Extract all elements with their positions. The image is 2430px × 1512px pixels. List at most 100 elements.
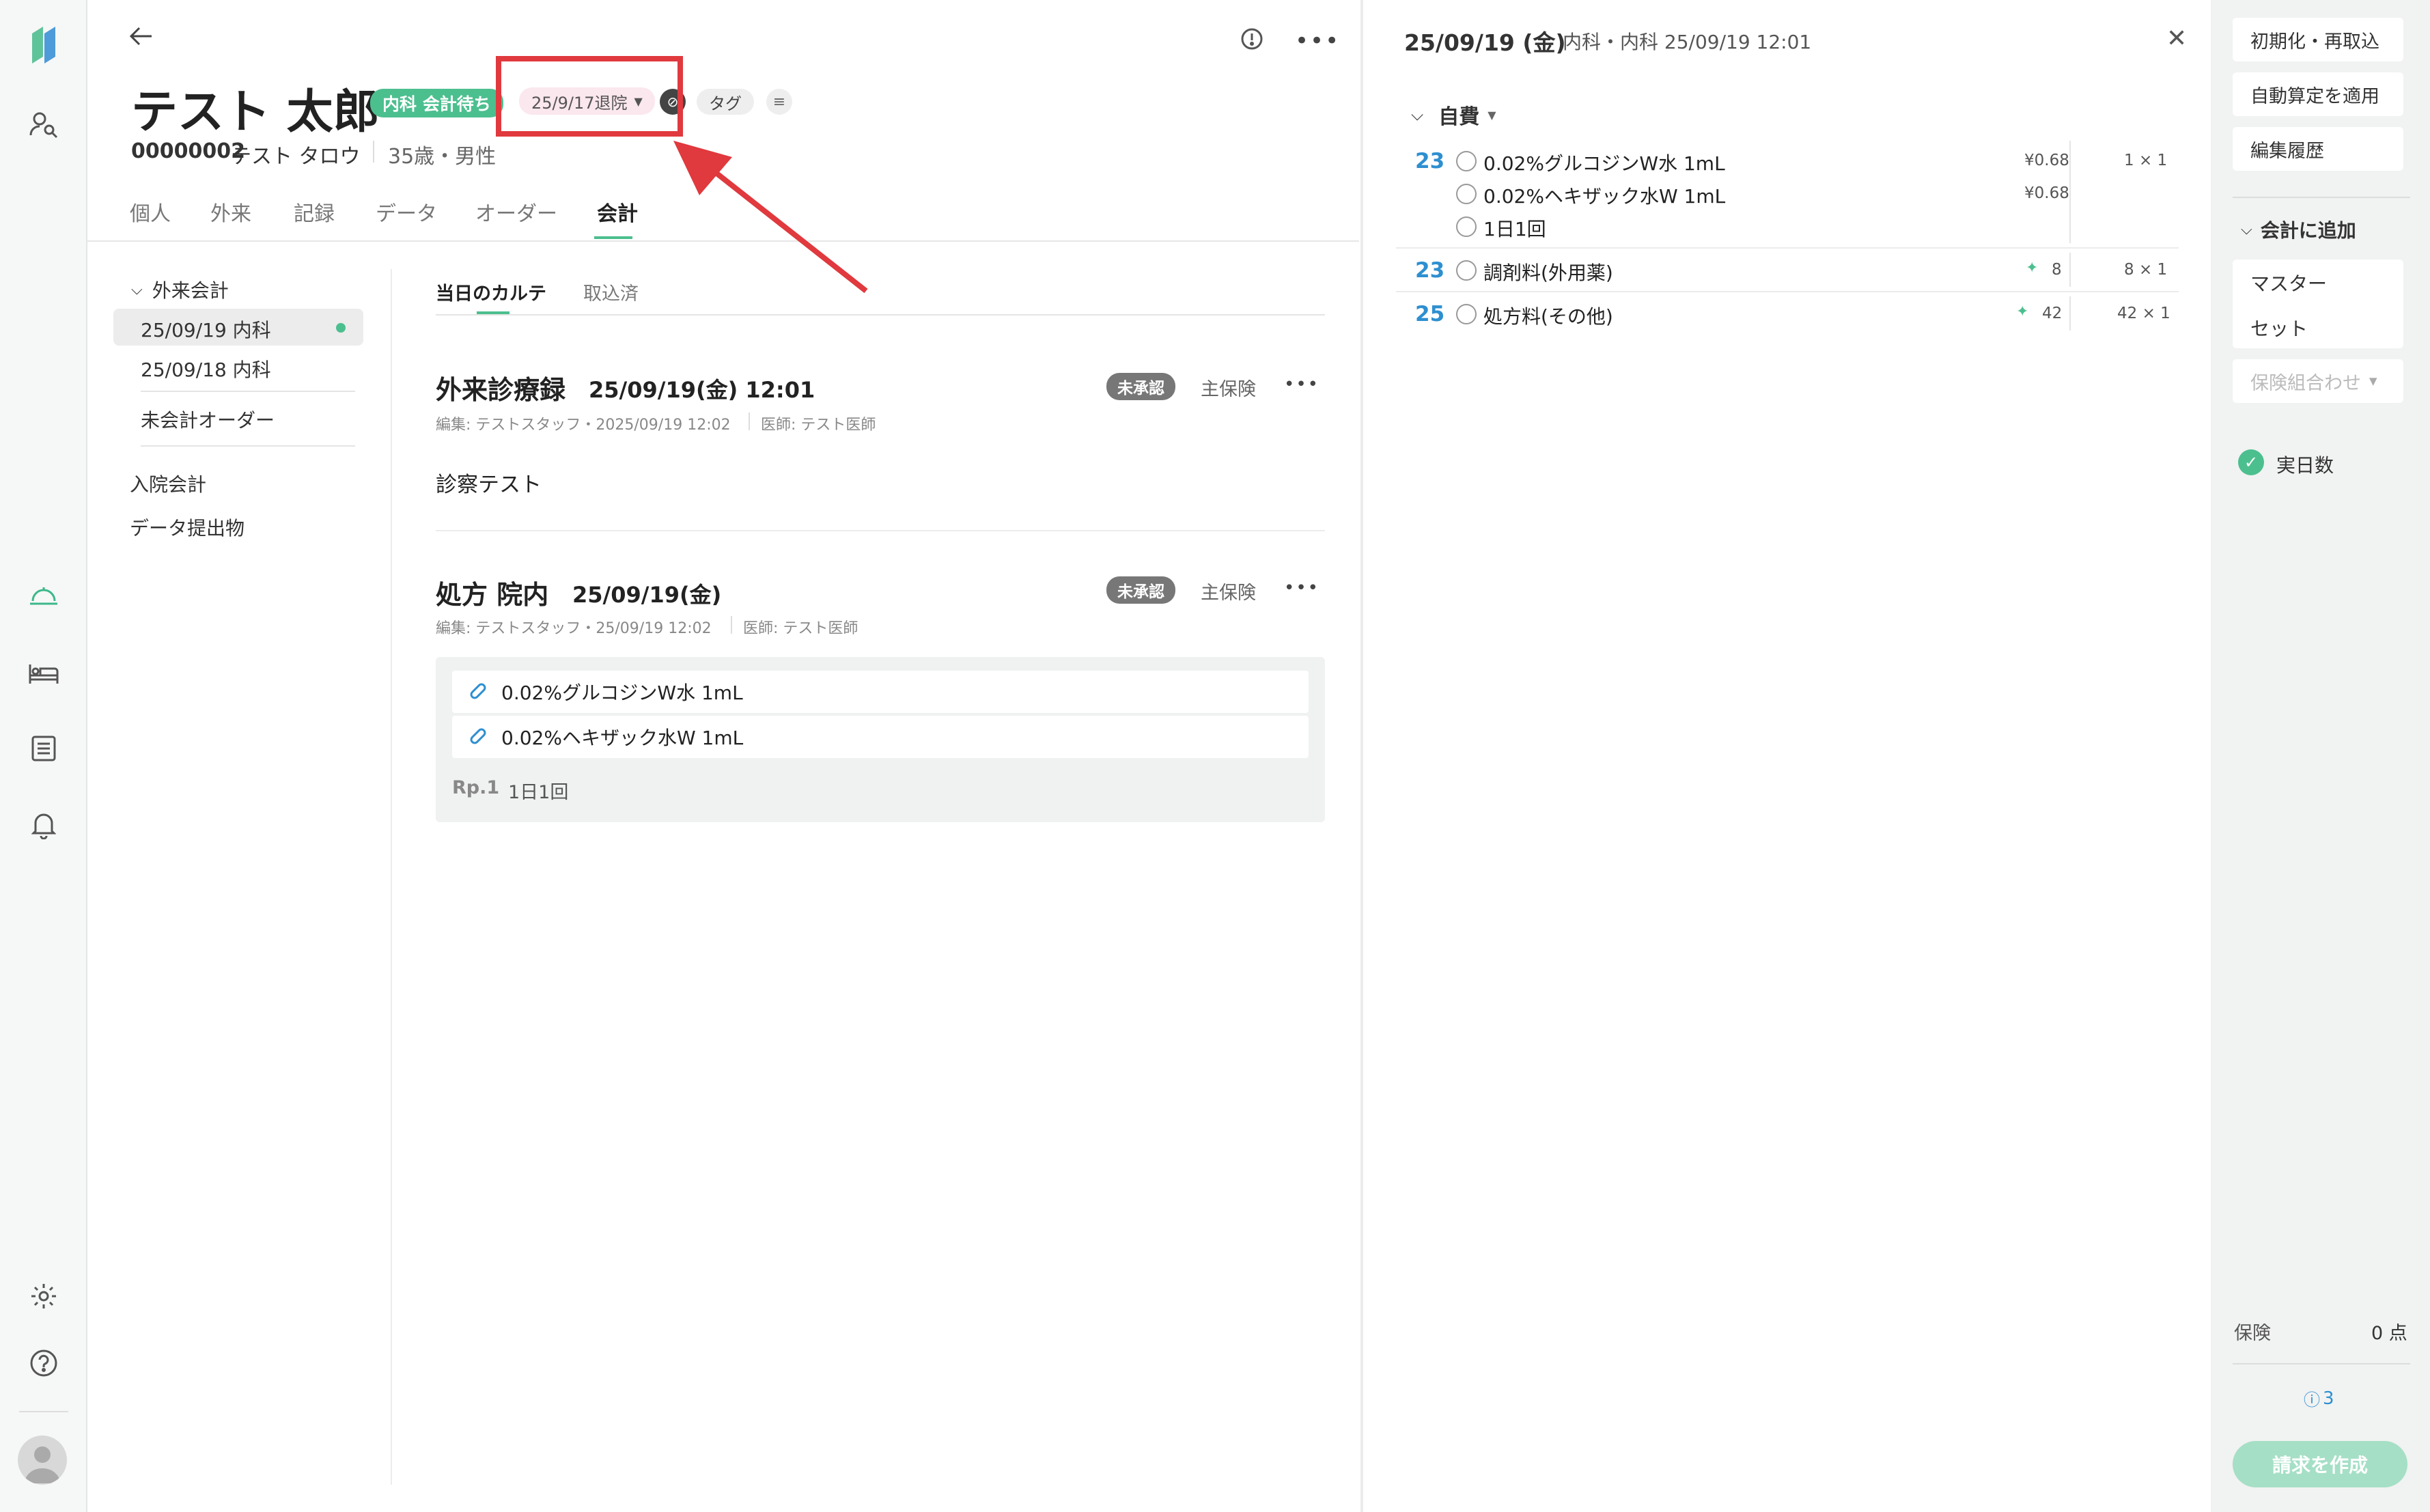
group-label: 外来会計	[152, 279, 229, 302]
row-qty: 8 × 1	[2124, 261, 2168, 279]
divider	[1396, 247, 2179, 249]
tag-chip[interactable]: タグ	[697, 89, 754, 115]
tab-outpatient[interactable]: 外来	[210, 197, 251, 227]
row-price: ¥0.68	[2024, 184, 2069, 202]
nav-item-selected[interactable]: 25/09/19 内科	[113, 309, 363, 346]
radio-circle[interactable]	[1456, 304, 1477, 324]
dropdown-caret-icon: ▼	[1488, 108, 1496, 122]
settings-gear-icon[interactable]	[23, 1276, 64, 1317]
chevron-down-icon: ⌵	[131, 281, 143, 298]
edit-history-button[interactable]: 編集履歴	[2233, 127, 2403, 171]
drug-row[interactable]: 0.02%グルコジンW水 1mL	[452, 671, 1309, 713]
divider	[749, 412, 750, 430]
divider	[436, 530, 1325, 531]
card-meta-doctor: 医師: テスト医師	[761, 417, 876, 434]
help-icon[interactable]	[23, 1343, 64, 1384]
check-circle-icon[interactable]: ✓	[2238, 449, 2264, 475]
user-avatar[interactable]	[18, 1436, 67, 1485]
close-icon[interactable]: ✕	[2166, 25, 2187, 53]
more-menu-icon[interactable]: •••	[1284, 578, 1319, 598]
info-count: 3	[2323, 1388, 2334, 1409]
tab-billing[interactable]: 会計	[597, 197, 638, 227]
radio-circle[interactable]	[1456, 216, 1477, 237]
divider	[2233, 1363, 2410, 1364]
reception-bell-icon[interactable]	[23, 575, 64, 616]
section-label: 自費	[1438, 105, 1480, 129]
row-code: 25	[1415, 302, 1445, 326]
dropdown-caret-icon: ▼	[2369, 375, 2377, 387]
nav-item[interactable]: 25/09/18 内科	[141, 355, 271, 382]
app-rail	[0, 0, 87, 1512]
drug-name: 0.02%ヘキザック水W 1mL	[501, 727, 744, 749]
row-qty: 1 × 1	[2124, 152, 2168, 169]
radio-circle[interactable]	[1456, 260, 1477, 281]
annotation-highlight-box	[496, 56, 683, 137]
radio-circle[interactable]	[1456, 151, 1477, 171]
auto-calc-sparkle-icon: ✦	[2026, 260, 2039, 277]
row-code: 23	[1415, 149, 1445, 173]
tab-data[interactable]: データ	[376, 197, 437, 227]
card-title: 外来診療録	[436, 375, 566, 405]
rp-label: Rp.1	[452, 777, 500, 798]
subtab-today[interactable]: 当日のカルテ	[436, 279, 546, 305]
pill-icon	[467, 725, 489, 752]
card-meta-editor: 編集: テストスタッフ・2025/09/19 12:02	[436, 417, 731, 434]
section-label: 会計に追加	[2260, 219, 2356, 242]
apply-auto-calc-button[interactable]: 自動算定を適用	[2233, 72, 2403, 116]
reset-reimport-button[interactable]: 初期化・再取込	[2233, 18, 2403, 61]
set-option[interactable]: セット	[2250, 314, 2308, 341]
add-to-billing-section[interactable]: ⌵ 会計に追加	[2241, 216, 2356, 243]
divider	[141, 445, 355, 447]
tab-personal[interactable]: 個人	[130, 197, 171, 227]
radio-circle[interactable]	[1456, 184, 1477, 204]
row-points: 8	[2052, 261, 2062, 279]
insurance-label[interactable]: 主保険	[1201, 374, 1256, 401]
patient-search-icon[interactable]	[23, 104, 64, 145]
select-label: 保険組合わせ	[2250, 372, 2361, 394]
nav-inpatient-billing[interactable]: 入院会計	[130, 470, 206, 497]
nav-data-submission[interactable]: データ提出物	[130, 514, 245, 541]
nav-unbilled-orders[interactable]: 未会計オーダー	[141, 406, 275, 433]
notification-bell-icon[interactable]	[23, 804, 64, 845]
more-menu-icon[interactable]: •••	[1284, 374, 1319, 395]
insurance-combo-select[interactable]: 保険組合わせ ▼	[2233, 359, 2403, 403]
nav-divider	[391, 269, 392, 1485]
info-indicator[interactable]: ⓘ 3	[2304, 1386, 2334, 1410]
card-title: 処方 院内	[436, 580, 549, 610]
subtabs-divider	[436, 314, 1325, 316]
pill-icon	[467, 680, 489, 707]
patient-main-panel: ••• テスト 太郎 内科 会計待ち 25/9/17退院 ▼ ⊘ タグ ≡ 00…	[87, 0, 1359, 1512]
insurance-total-points: 0 点	[2371, 1323, 2407, 1344]
row-price: ¥0.68	[2024, 152, 2069, 169]
drug-row[interactable]: 0.02%ヘキザック水W 1mL	[452, 716, 1309, 758]
rail-divider	[19, 1411, 68, 1412]
status-dot	[336, 323, 346, 333]
master-option[interactable]: マスター	[2250, 269, 2327, 296]
divider	[2069, 296, 2071, 331]
feedback-icon[interactable]	[1240, 27, 1263, 53]
subtab-imported[interactable]: 取込済	[583, 279, 639, 305]
divider	[2069, 253, 2071, 287]
insurance-label[interactable]: 主保険	[1201, 578, 1256, 604]
patient-name: テスト 太郎	[131, 85, 380, 139]
app-logo-icon[interactable]	[23, 25, 64, 66]
insurance-total-label: 保険	[2234, 1323, 2271, 1344]
tab-orders[interactable]: オーダー	[475, 197, 557, 227]
patient-age-sex: 35歳・男性	[388, 145, 497, 169]
patient-id: 00000002	[131, 139, 245, 163]
back-arrow-icon[interactable]	[128, 26, 153, 49]
more-menu-icon[interactable]: •••	[1295, 27, 1340, 55]
list-icon[interactable]	[23, 728, 64, 769]
self-pay-section[interactable]: ⌵ 自費 ▼	[1411, 100, 1496, 130]
rp-frequency: 1日1回	[508, 782, 569, 803]
memo-icon[interactable]: ≡	[766, 89, 792, 115]
row-qty: 42 × 1	[2117, 305, 2170, 322]
card-body: 診察テスト	[436, 473, 542, 497]
tab-records[interactable]: 記録	[294, 197, 335, 227]
chevron-down-icon: ⌵	[1411, 105, 1424, 124]
outpatient-billing-group[interactable]: ⌵ 外来会計	[131, 276, 229, 303]
unapproved-badge: 未承認	[1106, 576, 1175, 604]
create-bill-button[interactable]: 請求を作成	[2233, 1441, 2407, 1487]
status-badge[interactable]: 内科 会計待ち	[370, 89, 503, 117]
bed-icon[interactable]	[23, 653, 64, 694]
